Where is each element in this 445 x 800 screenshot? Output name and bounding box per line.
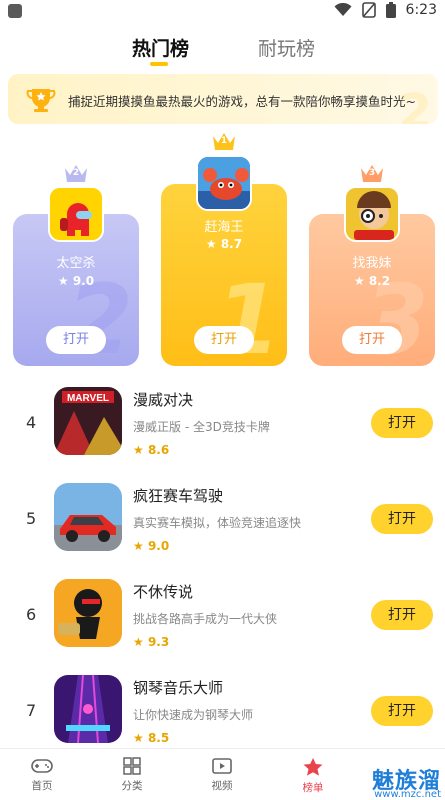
- list-item[interactable]: 6 不休传说 挑战各路高手成为一代大侠 ★ 9.3 打开: [0, 567, 445, 663]
- crown-rank-2: 2: [72, 168, 80, 178]
- game-name: 钢琴音乐大师: [133, 679, 224, 697]
- game-rating: ★ 9.3: [133, 635, 170, 649]
- tab-durable[interactable]: 耐玩榜: [258, 34, 315, 61]
- ranking-list: 4 MARVEL 漫威对决 漫威正版 - 全3D竞技卡牌 ★ 8.6 打开 5 …: [0, 375, 445, 759]
- ranking-banner: 捕捉近期摸摸鱼最热最火的游戏，总有一款陪你畅享摸鱼时光~ 2: [8, 74, 438, 124]
- grid-icon: [123, 757, 141, 775]
- game-rating: ★ 8.6: [133, 443, 170, 457]
- wifi-icon: [334, 3, 352, 16]
- star-icon: ★: [133, 443, 144, 457]
- nav-label: 视频: [211, 780, 233, 792]
- podium-game-name: 太空杀: [56, 256, 96, 271]
- watermark-url: www.mzc.net: [374, 789, 441, 800]
- game-name: 漫威对决: [133, 391, 194, 409]
- crab-icon[interactable]: [196, 155, 252, 211]
- nav-label: 分类: [121, 780, 143, 792]
- banner-text: 捕捉近期摸摸鱼最热最火的游戏，总有一款陪你畅享摸鱼时光~: [68, 94, 416, 109]
- marvel-duel-icon[interactable]: MARVEL: [54, 387, 122, 455]
- podium-rating: ★ 8.2: [353, 274, 391, 288]
- detective-icon[interactable]: [344, 186, 400, 242]
- crown-rank-3: 3: [368, 168, 376, 178]
- banner-decoration: 2: [398, 84, 432, 124]
- battery-icon: [385, 2, 396, 18]
- star-icon: ★: [133, 539, 144, 553]
- game-description: 挑战各路高手成为一代大侠: [133, 612, 278, 626]
- game-rating: ★ 9.0: [133, 539, 170, 553]
- star-icon: [303, 758, 323, 776]
- nav-video[interactable]: 视频: [192, 757, 252, 793]
- list-item[interactable]: 4 MARVEL 漫威对决 漫威正版 - 全3D竞技卡牌 ★ 8.6 打开: [0, 375, 445, 471]
- video-icon: [212, 758, 232, 774]
- list-item[interactable]: 5 疯狂赛车驾驶 真实赛车模拟，体验竞速追逐快 ★ 9.0 打开: [0, 471, 445, 567]
- podium-rating: ★ 9.0: [57, 274, 95, 288]
- nav-label: 首页: [31, 780, 53, 792]
- star-icon: ★: [133, 731, 144, 745]
- notification-app-icon: [8, 4, 22, 18]
- status-time: 6:23: [405, 2, 437, 18]
- tab-active-indicator: [150, 62, 168, 66]
- open-button[interactable]: 打开: [371, 696, 433, 726]
- open-button[interactable]: 打开: [342, 326, 402, 354]
- open-button[interactable]: 打开: [194, 326, 254, 354]
- rank-number: 7: [26, 701, 37, 720]
- list-item[interactable]: 7 钢琴音乐大师 让你快速成为钢琴大师 ★ 8.5 打开: [0, 663, 445, 759]
- racing-car-icon[interactable]: [54, 483, 122, 551]
- podium-game-name: 赶海王: [204, 220, 244, 235]
- game-description: 真实赛车模拟，体验竞速追逐快: [133, 516, 302, 530]
- rank-number: 4: [26, 413, 37, 432]
- svg-text:MARVEL: MARVEL: [67, 393, 109, 404]
- podium-game-name: 找我妹: [352, 256, 392, 271]
- podium-rating: ★ 8.7: [205, 237, 243, 251]
- star-icon: ★: [133, 635, 144, 649]
- tab-hot[interactable]: 热门榜: [132, 34, 189, 61]
- bottom-navigation: 首页 分类 视频 榜单 魅族溜 www.mzc.net: [0, 748, 445, 800]
- trophy-icon: [26, 89, 56, 112]
- game-description: 让你快速成为钢琴大师: [133, 708, 254, 722]
- nav-label: 榜单: [302, 782, 324, 794]
- no-sim-icon: [361, 2, 376, 18]
- podium-card-1[interactable]: 1 赶海王 ★ 8.7 打开: [161, 184, 287, 366]
- open-button[interactable]: 打开: [46, 326, 106, 354]
- nav-category[interactable]: 分类: [102, 757, 162, 793]
- game-name: 疯狂赛车驾驶: [133, 487, 224, 505]
- crown-rank-1: 1: [220, 136, 228, 146]
- stickman-fighter-icon[interactable]: [54, 579, 122, 647]
- rank-number: 5: [26, 509, 37, 528]
- game-description: 漫威正版 - 全3D竞技卡牌: [133, 420, 270, 434]
- nav-home[interactable]: 首页: [12, 757, 72, 793]
- gamepad-icon: [31, 759, 53, 773]
- nav-ranking[interactable]: 榜单: [283, 757, 343, 795]
- open-button[interactable]: 打开: [371, 504, 433, 534]
- piano-music-icon[interactable]: [54, 675, 122, 743]
- game-rating: ★ 8.5: [133, 731, 170, 745]
- rank-number: 6: [26, 605, 37, 624]
- game-name: 不休传说: [133, 583, 194, 601]
- top-tabs: 热门榜 耐玩榜: [0, 34, 445, 70]
- among-us-icon[interactable]: [48, 186, 104, 242]
- status-bar: 6:23: [0, 0, 445, 24]
- open-button[interactable]: 打开: [371, 408, 433, 438]
- open-button[interactable]: 打开: [371, 600, 433, 630]
